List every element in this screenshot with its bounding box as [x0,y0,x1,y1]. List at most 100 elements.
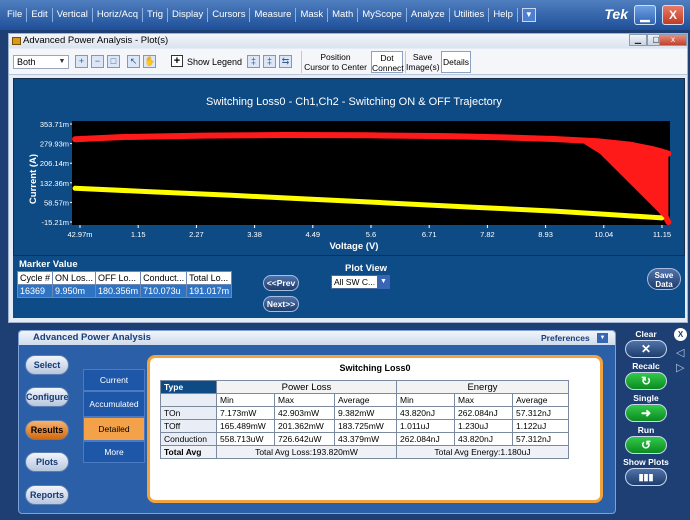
show-legend-checkbox[interactable]: + [171,55,183,67]
dot-connect-button[interactable]: Dot Connect [371,51,404,73]
sync-icon[interactable]: ⇆ [279,55,292,68]
app-icon [12,37,21,45]
menu-vertical[interactable]: Vertical [53,8,93,22]
marker-on-loss-value: 9.950m [52,284,97,298]
zoom-fit-icon[interactable]: □ [107,55,120,68]
menu-edit[interactable]: Edit [27,8,53,22]
menu-cursors[interactable]: Cursors [208,8,251,22]
arrow-right-icon[interactable]: ▷ [676,361,684,374]
clear-button[interactable]: ✕ [625,340,667,358]
menu-myscope[interactable]: MyScope [358,8,407,22]
window-close-icon[interactable]: x [659,34,687,46]
plot-toolbar: Both ▼ + − □ ↖ ✋ + Show Legend ‡ ‡ ⇆ Pos… [9,49,687,75]
menu-analyze[interactable]: Analyze [407,8,450,22]
select-button[interactable]: Select [25,355,69,375]
power-loss-header: Power Loss [216,380,397,394]
table-cell: 57.312nJ [512,406,569,420]
close-icon[interactable]: X [674,328,687,341]
preferences-menu[interactable]: Preferences [541,333,590,343]
table-cell: 726.642uW [274,432,335,446]
plot-view-label: Plot View [345,263,388,274]
show-legend-label: Show Legend [187,57,243,67]
analysis-panel-header: Advanced Power Analysis Preferences ▼ [19,331,615,345]
x-tick-label: 42.97m [67,230,92,239]
position-cursor-button[interactable]: Position Cursor to Center [301,51,369,73]
save-data-label-1: Save [654,271,674,280]
plot-titlebar: Advanced Power Analysis - Plot(s) ▁ ▢ x [9,34,687,48]
menu-measure[interactable]: Measure [250,8,297,22]
table-cell: 1.011uJ [396,419,455,433]
menu-help[interactable]: Help [489,8,518,22]
marker-cycle-value: 16369 [16,284,54,298]
analysis-panel-title: Advanced Power Analysis [33,332,151,343]
results-table: Type Power Loss Energy Min Max Average M… [160,380,569,459]
show-plots-button[interactable]: ▮▮▮ [625,468,667,486]
arrow-left-icon[interactable]: ◁ [676,346,684,359]
zoom-in-icon[interactable]: + [75,55,88,68]
type-header: Type [160,380,217,394]
results-button[interactable]: Results [25,420,69,440]
row-label-toff: TOff [160,419,217,433]
plot-window-title: Advanced Power Analysis - Plot(s) [23,35,169,46]
recalc-label: Recalc [632,361,660,371]
window-minimize-icon[interactable]: ▁ [629,34,647,46]
chevron-down-icon[interactable]: ▼ [377,275,390,289]
energy-min-header: Min [396,393,455,407]
prev-button[interactable]: <<Prev [263,275,299,291]
save-images-button[interactable]: Save Image(s) [405,51,440,73]
menu-trig[interactable]: Trig [143,8,169,22]
menu-file[interactable]: File [3,8,28,22]
results-group-row: Type Power Loss Energy [160,380,569,394]
power-min-header: Min [216,393,275,407]
marker-total-loss-value: 191.017m [186,284,233,298]
minimize-button[interactable]: ▁ [634,5,656,25]
save-data-button[interactable]: Save Data [647,268,681,290]
pointer-icon[interactable]: ↖ [127,55,140,68]
table-cell: 262.084nJ [396,432,455,446]
tab-accumulated[interactable]: Accumulated [83,391,145,417]
menu-dropdown-icon[interactable]: ▼ [521,8,536,22]
cursor-pair-icon[interactable]: ‡ [263,55,276,68]
menu-display[interactable]: Display [168,8,209,22]
analysis-panel: Advanced Power Analysis Preferences ▼ Se… [18,330,616,514]
tab-detailed[interactable]: Detailed [83,417,145,441]
recalc-button[interactable]: ↻ [625,372,667,390]
single-button[interactable]: ➜ [625,404,667,422]
table-row: TOff 165.489mW 201.362mW 183.725mW 1.011… [160,419,569,433]
zoom-out-icon[interactable]: − [91,55,104,68]
menu-math[interactable]: Math [328,8,359,22]
save-data-label-2: Data [655,280,673,289]
marker-table: Cycle # ON Los... OFF Lo... Conduct... T… [16,271,233,298]
pan-hand-icon[interactable]: ✋ [143,55,156,68]
close-button[interactable]: X [662,5,684,25]
x-axis-label: Voltage (V) [330,241,379,252]
x-tick-label: 3.38 [247,230,262,239]
menu-mask[interactable]: Mask [296,8,329,22]
details-button[interactable]: Details [441,51,471,73]
clear-label: Clear [635,329,657,339]
plots-button[interactable]: Plots [25,452,69,472]
tab-current[interactable]: Current [83,369,145,391]
y-tick-label: 206.14m [40,159,69,168]
table-cell: 201.362mW [274,419,335,433]
position-cursor-label-2: Cursor to Center [304,62,367,72]
next-button[interactable]: Next>> [263,296,299,312]
run-button[interactable]: ↺ [625,436,667,454]
cursor-icon[interactable]: ‡ [247,55,260,68]
marker-value-row[interactable]: 16369 9.950m 180.356m 710.073u 191.017m [16,284,233,298]
chevron-down-icon[interactable]: ▼ [597,333,608,343]
reports-button[interactable]: Reports [25,485,69,505]
x-tick-label: 11.15 [653,230,671,239]
configure-button[interactable]: Configure [25,387,69,407]
tab-more[interactable]: More [83,441,145,463]
menu-utilities[interactable]: Utilities [450,8,490,22]
menubar: File Edit Vertical Horiz/Acq Trig Displa… [0,0,690,30]
y-tick-label: -15.21m [41,218,69,227]
y-tick-label: 279.93m [40,140,69,149]
menu-horiz-acq[interactable]: Horiz/Acq [93,8,144,22]
table-cell: 43.379mW [334,432,397,446]
empty-cell [160,393,217,407]
view-select[interactable]: Both ▼ [13,55,69,69]
energy-average-header: Average [512,393,569,407]
total-avg-loss: Total Avg Loss:193.820mW [216,445,397,459]
